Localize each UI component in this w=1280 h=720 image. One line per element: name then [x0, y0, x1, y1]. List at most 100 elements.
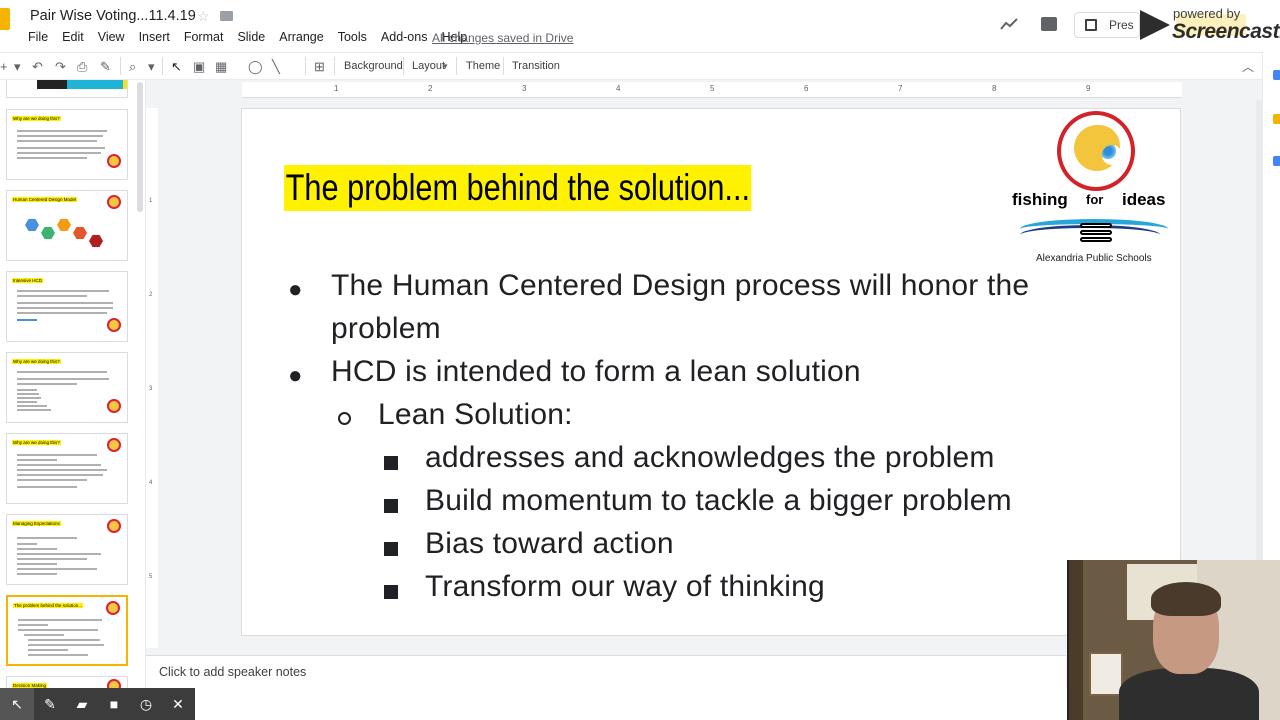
- bullet-text: Build momentum to tackle a bigger proble…: [425, 484, 1012, 517]
- activity-trend-icon[interactable]: [1000, 17, 1018, 31]
- ruler-tick: 6: [804, 84, 809, 93]
- bullet-square-icon: [384, 542, 398, 556]
- speaker-notes[interactable]: Click to add speaker notes: [146, 655, 1066, 688]
- recording-controls: ↖ ✎ ▰ ■ ◷ ✕: [0, 688, 195, 720]
- screencastify-brand: Screencastify: [1172, 20, 1280, 43]
- webcam-person-body: [1119, 668, 1259, 720]
- folder-icon[interactable]: [220, 11, 233, 21]
- slide-thumbnail[interactable]: Decision Making: [6, 676, 128, 688]
- zoom-icon[interactable]: ⌕: [129, 59, 136, 75]
- ruler-tick: 5: [710, 84, 715, 93]
- close-icon[interactable]: ✕: [170, 696, 186, 712]
- menu-addons[interactable]: Add-ons: [381, 30, 434, 44]
- menu-file[interactable]: File: [28, 30, 54, 44]
- shape-icon[interactable]: ◯: [248, 59, 263, 75]
- vertical-ruler[interactable]: 1 2 3 4 5: [146, 108, 158, 648]
- keep-icon[interactable]: [1273, 114, 1280, 124]
- horizontal-ruler[interactable]: 1 2 3 4 5 6 7 8 9: [242, 82, 1182, 98]
- toolbar-divider: [120, 57, 121, 75]
- screencastify-powered-by: powered by: [1173, 6, 1241, 21]
- tasks-icon[interactable]: [1273, 156, 1280, 166]
- image-icon[interactable]: ▦: [215, 59, 227, 75]
- speaker-notes-placeholder[interactable]: Click to add speaker notes: [159, 665, 306, 679]
- ruler-tick: 1: [149, 198, 153, 204]
- star-icon[interactable]: ☆: [197, 8, 210, 25]
- toolbar: + ▾ ↶ ↷ ⎙ ✎ ⌕ ▾ ↖ ▣ ▦ ◯ ╲ ⊞ Background L…: [0, 52, 1262, 80]
- thumbnail-title: Managing Expectations: [12, 521, 61, 526]
- menu-slide[interactable]: Slide: [237, 30, 271, 44]
- slide-thumbnail[interactable]: Managing Expectations: [6, 514, 128, 585]
- present-label: Pres: [1109, 18, 1134, 32]
- add-comment-icon[interactable]: ⊞: [314, 59, 325, 75]
- calendar-icon[interactable]: [1273, 70, 1280, 80]
- layout-button[interactable]: Layout: [412, 60, 445, 72]
- ruler-tick: 2: [149, 292, 153, 298]
- zoom-dropdown-icon[interactable]: ▾: [148, 59, 155, 75]
- pen-icon[interactable]: ✎: [42, 696, 58, 712]
- camera-icon[interactable]: ■: [106, 696, 122, 712]
- redo-icon[interactable]: ↷: [55, 59, 66, 75]
- webcam-bookshelf: [1069, 560, 1083, 720]
- menu-insert[interactable]: Insert: [139, 30, 176, 44]
- present-button[interactable]: Pres: [1074, 12, 1140, 38]
- slide-title[interactable]: The problem behind the solution...: [284, 165, 752, 211]
- thumbnail-title: The problem behind the solution...: [13, 603, 84, 608]
- save-status[interactable]: All changes saved in Drive: [432, 31, 573, 45]
- fish-eye-icon: [1102, 145, 1122, 165]
- toolbar-divider: [403, 57, 404, 75]
- ruler-tick: 9: [1086, 84, 1091, 93]
- comment-icon[interactable]: [1041, 17, 1057, 31]
- layout-dropdown-icon[interactable]: ▾: [443, 61, 448, 72]
- slide-filmstrip[interactable]: Why are we doing this? Human Centered De…: [0, 80, 146, 688]
- background-button[interactable]: Background: [344, 60, 403, 72]
- select-cursor-icon[interactable]: ↖: [171, 59, 182, 75]
- filmstrip-scrollbar[interactable]: [137, 82, 143, 212]
- highlighter-icon[interactable]: ▰: [74, 696, 90, 712]
- slides-logo-icon[interactable]: [0, 8, 10, 30]
- ruler-tick: 3: [149, 386, 153, 392]
- slide-thumbnail[interactable]: [6, 80, 128, 98]
- toolbar-divider: [456, 57, 457, 75]
- text-box-icon[interactable]: ▣: [193, 59, 205, 75]
- thumbnail-title: Why are we doing this?: [12, 440, 61, 445]
- slides-app: Pair Wise Voting...11.4.19 ☆ File Edit V…: [0, 0, 1280, 720]
- slide-canvas[interactable]: The problem behind the solution... fishi…: [241, 108, 1181, 636]
- collapse-toolbar-icon[interactable]: ︿: [1242, 58, 1254, 75]
- theme-button[interactable]: Theme: [466, 60, 500, 72]
- menu-edit[interactable]: Edit: [62, 30, 90, 44]
- line-icon[interactable]: ╲: [272, 59, 280, 75]
- bullet-text: problem: [331, 312, 441, 345]
- webcam-picture-frame: [1089, 652, 1123, 696]
- undo-icon[interactable]: ↶: [32, 59, 43, 75]
- paint-format-icon[interactable]: ✎: [100, 59, 111, 75]
- ruler-tick: 4: [616, 84, 621, 93]
- menu-tools[interactable]: Tools: [338, 30, 373, 44]
- timer-icon[interactable]: ◷: [138, 696, 154, 712]
- ruler-tick: 7: [898, 84, 903, 93]
- slide-thumbnail[interactable]: Why are we doing this?: [6, 109, 128, 180]
- bullet-square-icon: [384, 456, 398, 470]
- print-icon[interactable]: ⎙: [77, 59, 87, 75]
- bulb-base-icon: [1080, 223, 1112, 245]
- slide-thumbnail[interactable]: Human Centered Design Model: [6, 190, 128, 261]
- slide-thumbnail[interactable]: Why are we doing this?: [6, 352, 128, 423]
- fishing-for-ideas-logo[interactable]: fishing for ideas Alexandria Public Scho…: [1010, 111, 1180, 269]
- cursor-icon[interactable]: ↖: [0, 688, 34, 720]
- bullet-text: HCD is intended to form a lean solution: [331, 355, 861, 388]
- webcam-overlay[interactable]: [1067, 560, 1280, 720]
- slide-thumbnail[interactable]: Intensive HCD: [6, 271, 128, 342]
- menu-view[interactable]: View: [98, 30, 131, 44]
- logo-organization: Alexandria Public Schools: [1036, 253, 1152, 264]
- new-slide-icon[interactable]: +: [0, 59, 8, 74]
- toolbar-divider: [305, 57, 306, 75]
- ruler-tick: 2: [428, 84, 433, 93]
- bullet-text: The Human Centered Design process will h…: [331, 269, 1030, 302]
- slide-thumbnail[interactable]: Why are we doing this?: [6, 433, 128, 504]
- menu-arrange[interactable]: Arrange: [279, 30, 329, 44]
- chevron-down-icon[interactable]: ▾: [14, 59, 21, 75]
- slide-thumbnail-selected[interactable]: The problem behind the solution...: [6, 595, 128, 666]
- thumbnail-title: Intensive HCD: [12, 278, 44, 283]
- document-title[interactable]: Pair Wise Voting...11.4.19: [30, 8, 196, 24]
- menu-format[interactable]: Format: [184, 30, 230, 44]
- transition-button[interactable]: Transition: [512, 60, 560, 72]
